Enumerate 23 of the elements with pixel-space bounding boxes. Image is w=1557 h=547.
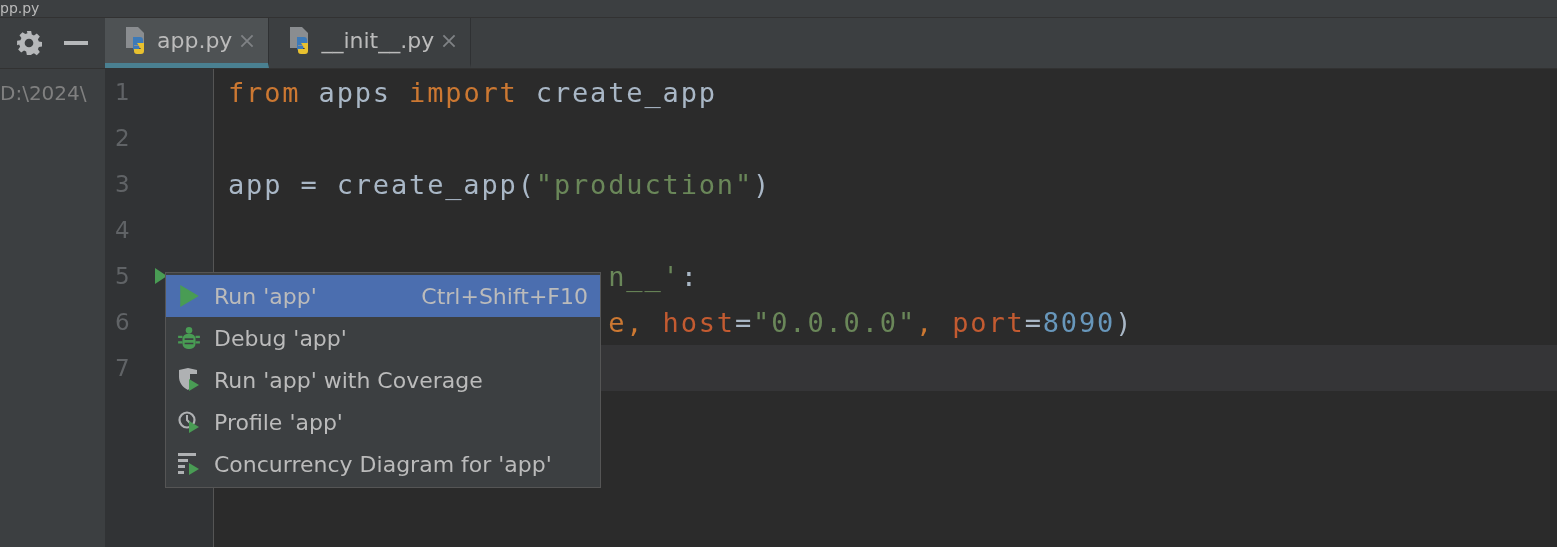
diagram-run-icon	[178, 452, 200, 476]
run-icon	[178, 284, 200, 308]
close-icon[interactable]	[442, 33, 457, 48]
clock-run-icon	[178, 410, 200, 434]
menu-item[interactable]: Concurrency Diagram for 'app'	[166, 443, 600, 485]
code-line: n__':	[608, 260, 699, 292]
menu-item[interactable]: Debug 'app'	[166, 317, 600, 359]
menu-item[interactable]: Profile 'app'	[166, 401, 600, 443]
minimize-icon[interactable]	[62, 40, 89, 46]
window-title: pp.py	[0, 0, 40, 16]
shortcut-label: Ctrl+Shift+F10	[421, 283, 588, 309]
run-marker-icon[interactable]	[155, 267, 167, 285]
shield-run-icon	[178, 368, 200, 392]
close-icon[interactable]	[240, 33, 255, 48]
editor-tab[interactable]: app.py	[105, 18, 270, 68]
code-line: app = create_app("production")	[228, 168, 772, 200]
menu-item[interactable]: Run 'app' with Coverage	[166, 359, 600, 401]
code-line: e, host="0.0.0.0", port=8090)	[608, 306, 1134, 338]
bug-icon	[178, 326, 200, 350]
settings-icon[interactable]	[16, 30, 43, 56]
project-path: D:\2024\	[0, 81, 87, 105]
code-line: from apps import create_app	[228, 76, 717, 108]
editor-tab[interactable]: __init__.py	[269, 18, 472, 68]
